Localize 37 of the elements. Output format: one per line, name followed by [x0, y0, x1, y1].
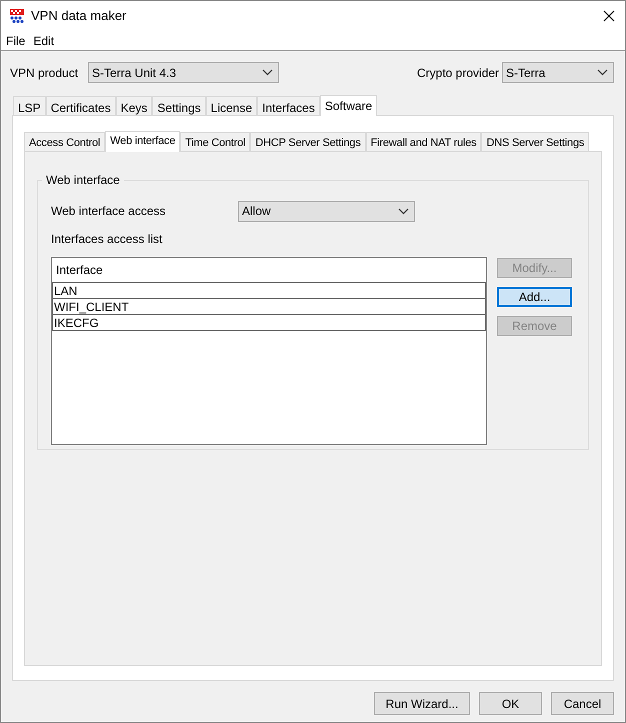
- menu-item[interactable]: Edit: [32, 32, 56, 50]
- chevron-down-icon: [398, 208, 409, 214]
- tab[interactable]: Keys: [116, 96, 152, 115]
- dialog-button[interactable]: Run Wizard...: [374, 692, 470, 715]
- table-row[interactable]: LAN: [52, 282, 486, 299]
- side-button[interactable]: Add...: [497, 287, 572, 307]
- chevron-down-icon: [597, 69, 608, 76]
- group-title: Web interface: [45, 172, 121, 189]
- chevron-down-icon: [262, 69, 273, 76]
- app-logo-icon: [9, 8, 25, 24]
- window-title: VPN data maker: [31, 7, 128, 26]
- tab[interactable]: Firewall and NAT rules: [366, 132, 482, 151]
- field-label: VPN product: [10, 64, 80, 82]
- menu-item[interactable]: File: [5, 32, 26, 50]
- tab[interactable]: DNS Server Settings: [481, 132, 590, 151]
- field-label: Web interface access: [51, 203, 166, 220]
- tab[interactable]: LSP: [13, 96, 46, 115]
- tab[interactable]: Web interface: [105, 131, 180, 152]
- tab[interactable]: Access Control: [24, 132, 106, 151]
- table-row[interactable]: WIFI_CLIENT: [52, 298, 486, 315]
- field-label: Interfaces access list: [51, 231, 164, 248]
- tab[interactable]: License: [206, 96, 258, 115]
- tab[interactable]: Settings: [152, 96, 206, 115]
- dropdown[interactable]: S-Terra Unit 4.3: [88, 62, 279, 83]
- dropdown[interactable]: S-Terra: [502, 62, 614, 83]
- dialog-button[interactable]: Cancel: [551, 692, 614, 715]
- field-label: Crypto provider: [417, 64, 500, 82]
- tab[interactable]: Interfaces: [257, 96, 320, 115]
- dropdown[interactable]: Allow: [238, 200, 415, 222]
- table-row[interactable]: IKECFG: [52, 314, 486, 331]
- column-header[interactable]: Interface: [52, 258, 486, 282]
- close-icon[interactable]: [603, 10, 615, 22]
- tab[interactable]: Certificates: [46, 96, 116, 115]
- tab[interactable]: DHCP Server Settings: [250, 132, 366, 151]
- tab[interactable]: Software: [320, 95, 378, 116]
- dialog-button[interactable]: OK: [479, 692, 542, 715]
- tab[interactable]: Time Control: [180, 132, 250, 151]
